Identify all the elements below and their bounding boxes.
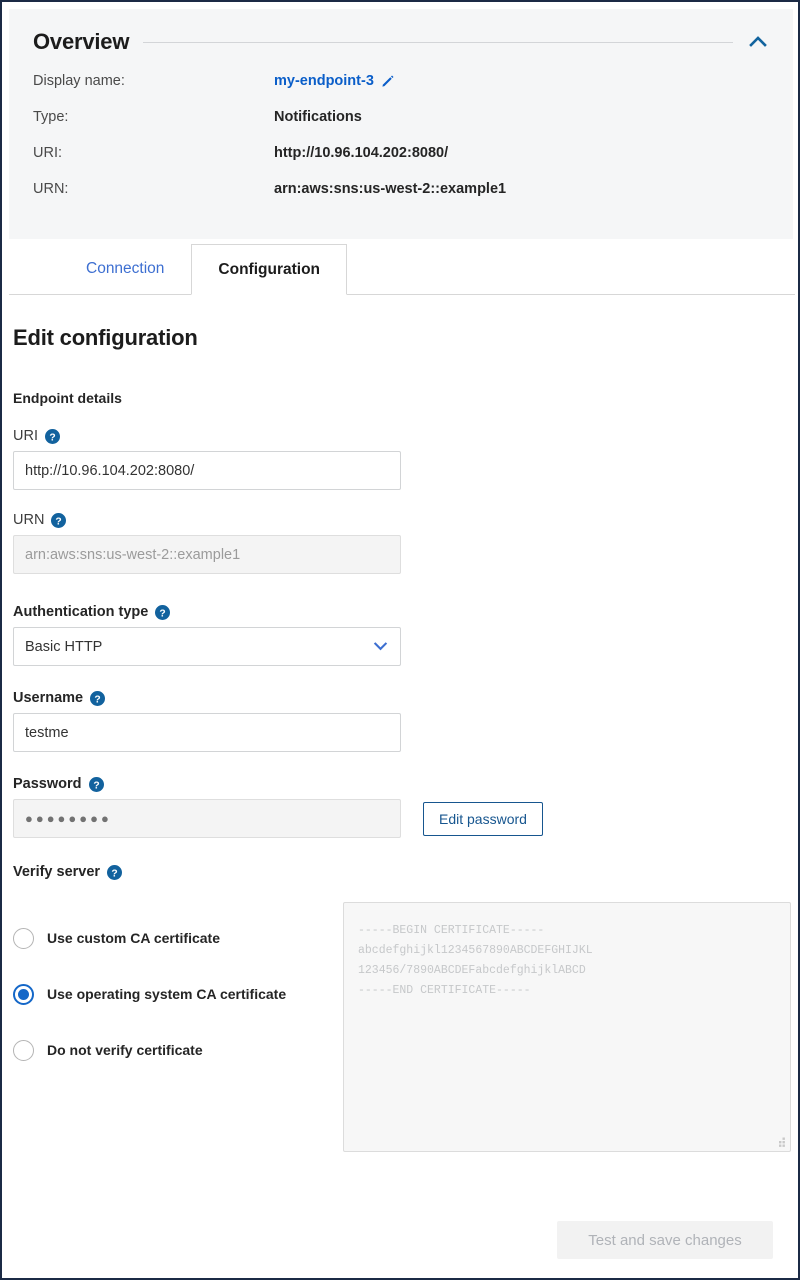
label-password: Password <box>13 776 82 792</box>
overview-panel: Overview Display name: my-endpoint-3 Typ… <box>9 9 793 239</box>
field-password: Password ? ●●●●●●●● Edit password <box>13 776 795 838</box>
svg-text:?: ? <box>56 516 62 527</box>
help-circle-icon[interactable]: ? <box>107 865 122 880</box>
endpoint-configuration-page: Overview Display name: my-endpoint-3 Typ… <box>0 0 800 1280</box>
help-circle-icon[interactable]: ? <box>51 513 66 528</box>
help-circle-icon[interactable]: ? <box>89 777 104 792</box>
label-username-wrap: Username ? <box>13 690 795 706</box>
radio-indicator <box>13 984 34 1005</box>
field-verify-server: Verify server ? Use custom CA certificat… <box>13 864 795 1152</box>
resize-handle-icon[interactable] <box>776 1137 786 1147</box>
label-uri-wrap: URI ? <box>13 428 795 444</box>
password-masked-value: ●●●●●●●● <box>25 811 112 826</box>
help-circle-icon[interactable]: ? <box>45 429 60 444</box>
overview-label: URN: <box>33 181 274 197</box>
label-urn-wrap: URN ? <box>13 512 795 528</box>
radio-use-operating-system-ca-certificate[interactable]: Use operating system CA certificate <box>13 966 343 1022</box>
field-urn: URN ? arn:aws:sns:us-west-2::example1 <box>13 512 795 574</box>
overview-label: URI: <box>33 145 274 161</box>
overview-header: Overview <box>33 29 769 55</box>
verify-server-body: Use custom CA certificate Use operating … <box>13 902 795 1152</box>
label-verify-server-wrap: Verify server ? <box>13 864 795 880</box>
uri-input[interactable]: http://10.96.104.202:8080/ <box>13 451 401 490</box>
field-authentication-type: Authentication type ? Basic HTTP <box>13 604 795 666</box>
authentication-type-select[interactable]: Basic HTTP <box>13 627 401 666</box>
overview-row-urn: URN: arn:aws:sns:us-west-2::example1 <box>33 181 769 217</box>
overview-rows: Display name: my-endpoint-3 Type: Notifi… <box>33 73 769 217</box>
chevron-up-icon[interactable] <box>747 31 769 53</box>
svg-text:?: ? <box>111 868 117 879</box>
section-title-endpoint-details: Endpoint details <box>13 390 795 406</box>
radio-label: Do not verify certificate <box>47 1042 203 1058</box>
svg-text:?: ? <box>94 694 100 705</box>
radio-use-custom-ca-certificate[interactable]: Use custom CA certificate <box>13 910 343 966</box>
radio-do-not-verify-certificate[interactable]: Do not verify certificate <box>13 1022 343 1078</box>
field-username: Username ? testme <box>13 690 795 752</box>
help-circle-icon[interactable]: ? <box>90 691 105 706</box>
endpoint-name-link[interactable]: my-endpoint-3 <box>274 73 374 89</box>
svg-text:?: ? <box>93 780 99 791</box>
overview-divider <box>143 42 733 43</box>
label-uri: URI <box>13 428 38 444</box>
username-input[interactable]: testme <box>13 713 401 752</box>
tab-configuration[interactable]: Configuration <box>191 244 347 295</box>
page-title: Edit configuration <box>13 325 795 351</box>
tab-bar: Connection Configuration <box>9 245 795 295</box>
overview-row-display-name: Display name: my-endpoint-3 <box>33 73 769 109</box>
radio-indicator <box>13 928 34 949</box>
overview-row-type: Type: Notifications <box>33 109 769 145</box>
password-input: ●●●●●●●● <box>13 799 401 838</box>
verify-server-radio-group: Use custom CA certificate Use operating … <box>13 902 343 1078</box>
label-username: Username <box>13 690 83 706</box>
tab-connection[interactable]: Connection <box>59 244 191 294</box>
password-row: ●●●●●●●● Edit password <box>13 799 795 838</box>
overview-value-urn: arn:aws:sns:us-west-2::example1 <box>274 181 506 197</box>
urn-input: arn:aws:sns:us-west-2::example1 <box>13 535 401 574</box>
configuration-form: Edit configuration Endpoint details URI … <box>9 295 795 1152</box>
chevron-down-icon <box>372 638 389 655</box>
overview-title: Overview <box>33 29 129 55</box>
radio-label: Use operating system CA certificate <box>47 986 286 1002</box>
overview-value-display-name: my-endpoint-3 <box>274 73 395 89</box>
help-circle-icon[interactable]: ? <box>155 605 170 620</box>
radio-label: Use custom CA certificate <box>47 930 220 946</box>
ca-certificate-textarea[interactable]: -----BEGIN CERTIFICATE----- abcdefghijkl… <box>343 902 791 1152</box>
overview-value-type: Notifications <box>274 109 362 125</box>
form-footer: Test and save changes <box>9 1221 795 1259</box>
field-uri: URI ? http://10.96.104.202:8080/ <box>13 428 795 490</box>
label-urn: URN <box>13 512 44 528</box>
overview-label: Display name: <box>33 73 274 89</box>
pencil-icon[interactable] <box>381 74 395 88</box>
overview-value-uri: http://10.96.104.202:8080/ <box>274 145 448 161</box>
test-and-save-changes-button[interactable]: Test and save changes <box>557 1221 773 1259</box>
label-verify-server: Verify server <box>13 864 100 880</box>
overview-label: Type: <box>33 109 274 125</box>
edit-password-button[interactable]: Edit password <box>423 802 543 836</box>
label-password-wrap: Password ? <box>13 776 795 792</box>
svg-text:?: ? <box>49 432 55 443</box>
overview-row-uri: URI: http://10.96.104.202:8080/ <box>33 145 769 181</box>
label-authentication-type: Authentication type <box>13 604 148 620</box>
authentication-type-value: Basic HTTP <box>25 639 102 655</box>
label-authentication-type-wrap: Authentication type ? <box>13 604 795 620</box>
svg-text:?: ? <box>160 608 166 619</box>
ca-certificate-text: -----BEGIN CERTIFICATE----- abcdefghijkl… <box>358 921 776 1001</box>
radio-indicator <box>13 1040 34 1061</box>
